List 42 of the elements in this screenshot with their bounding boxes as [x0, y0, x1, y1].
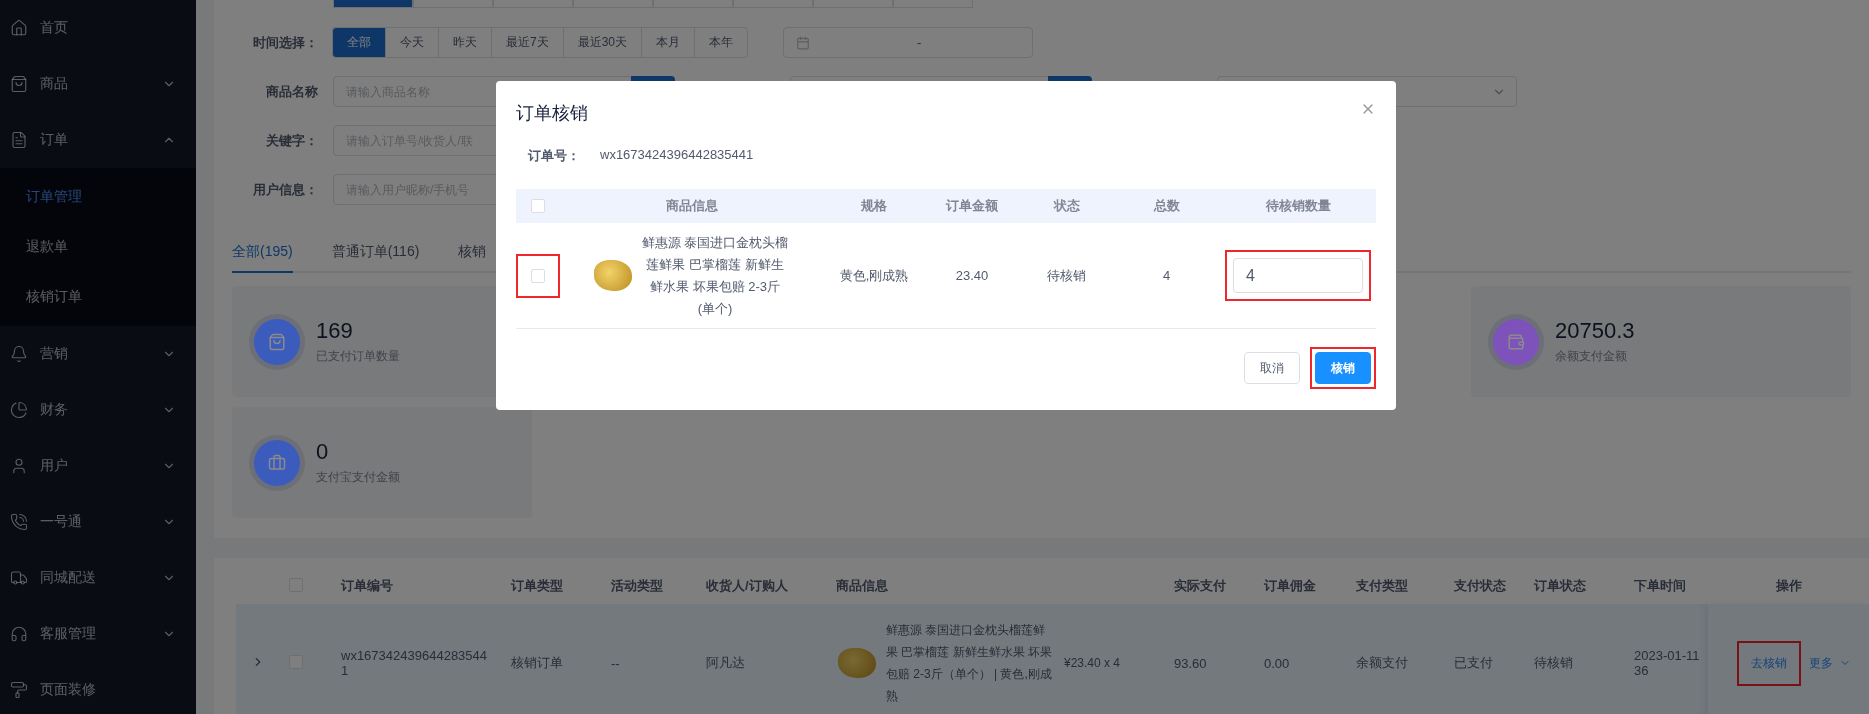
column-header: 实际支付 [1173, 577, 1227, 595]
column-header: 订单编号 [340, 577, 394, 595]
table-cell-text: 鲜惠源 泰国进口金枕头榴莲鲜果 巴掌榴莲 新鲜生鲜水果 坏果包赔 2-3斤 (单个) [640, 233, 790, 318]
column-header: 商品信息 [835, 577, 889, 595]
column-header: 状态 [1053, 197, 1080, 215]
table-cell: 2023-01-11 36 [1634, 648, 1700, 678]
table-cell: 核销订单 [511, 655, 563, 670]
table-cell: 待核销 [1534, 655, 1573, 670]
table-cell: -- [611, 655, 620, 671]
column-header: 订单金额 [946, 197, 998, 215]
column-header: 待核销数量 [1265, 197, 1331, 215]
table-cell: 待核销 [1047, 266, 1086, 285]
column-header: 操作 [1774, 577, 1803, 595]
table-cell: 93.60 [1174, 655, 1207, 671]
table-cell: 阿凡达 [706, 655, 745, 670]
column-header: 规格 [861, 197, 887, 215]
column-header: 商品信息 [666, 197, 718, 215]
column-header: 订单状态 [1533, 577, 1587, 595]
column-header: 支付状态 [1453, 577, 1507, 595]
column-header: 支付类型 [1355, 577, 1409, 595]
table-cell: 4 [1162, 268, 1171, 283]
table-cell: 余额支付 [1356, 655, 1408, 670]
column-header: 总数 [1153, 197, 1180, 215]
table-cell: 已支付 [1454, 655, 1493, 670]
column-header: 订单类型 [510, 577, 564, 595]
field-label: 关键字： [265, 131, 318, 150]
stat-value: 169 [316, 318, 354, 344]
stat-value: 20750.3 [1555, 318, 1635, 344]
table-cell-text: wx1673424396442835441 [341, 648, 489, 678]
field-label: 时间选择： [252, 33, 318, 52]
table-cell: 0.00 [1264, 655, 1290, 671]
column-header: 收货人/订购人 [705, 577, 789, 595]
column-header: 活动类型 [610, 577, 664, 595]
table-cell: 黄色,刚成熟 [839, 266, 909, 285]
column-header: 订单佣金 [1263, 577, 1317, 595]
field-label: 用户信息： [252, 180, 318, 199]
stat-value: 0 [316, 439, 330, 465]
table-cell: ¥23.40 x 4 [1064, 656, 1121, 670]
table-cell: 23.40 [955, 268, 989, 283]
table-cell-text: 鲜惠源 泰国进口金枕头榴莲鲜果 巴掌榴莲 新鲜生鲜水果 坏果包赔 2-3斤（单个） | 黄色,刚成熟 [886, 622, 1053, 705]
column-header: 下单时间 [1633, 577, 1687, 595]
field-label: 商品名称 [265, 82, 318, 101]
